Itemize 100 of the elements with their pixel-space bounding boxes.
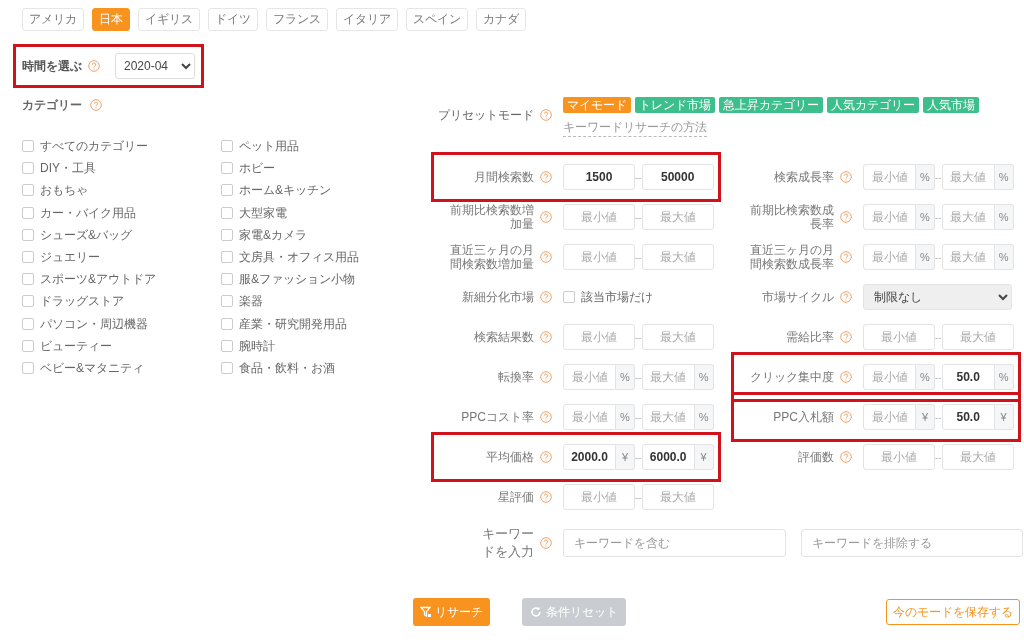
checkbox[interactable] <box>22 162 34 175</box>
country-tab[interactable]: スペイン <box>406 8 468 31</box>
preset-label: プリセットモード <box>438 107 534 124</box>
help-icon[interactable] <box>540 331 552 343</box>
checkbox[interactable] <box>22 361 34 374</box>
value-field[interactable]: 50.0 <box>941 404 995 430</box>
help-icon[interactable] <box>540 211 552 223</box>
unit-addon: % <box>916 204 935 230</box>
min-field[interactable]: 最小値 <box>863 364 916 390</box>
help-icon[interactable] <box>840 451 852 463</box>
min-field[interactable]: 最小値 <box>863 404 916 430</box>
value-field[interactable]: 2000.0 <box>563 444 616 470</box>
max-field[interactable]: 最大値 <box>941 204 995 230</box>
range-separator: -- <box>635 210 642 225</box>
checkbox[interactable] <box>221 295 233 308</box>
help-link[interactable]: キーワードリサーチの方法 <box>563 120 707 137</box>
checkbox[interactable] <box>221 140 233 153</box>
max-field[interactable]: 最大値 <box>641 244 714 270</box>
value-field[interactable]: 50000 <box>641 164 714 190</box>
value-field[interactable]: 1500 <box>563 164 635 190</box>
min-field[interactable]: 最小値 <box>563 484 635 510</box>
help-icon[interactable] <box>840 291 852 303</box>
field-label: 評価数 <box>797 450 834 464</box>
checkbox[interactable] <box>22 184 34 197</box>
help-icon[interactable] <box>540 491 552 503</box>
help-icon[interactable] <box>88 60 100 72</box>
checkbox[interactable] <box>22 251 34 264</box>
unit-addon: ¥ <box>616 444 635 470</box>
min-field[interactable]: 最小値 <box>863 324 935 350</box>
field-label: 検索結果数 <box>473 330 534 344</box>
checkbox[interactable] <box>22 228 34 241</box>
help-icon[interactable] <box>540 451 552 463</box>
country-tab[interactable]: カナダ <box>476 8 526 31</box>
max-field[interactable]: 最大値 <box>941 444 1014 470</box>
min-field[interactable]: 最小値 <box>863 164 916 190</box>
cycle-select[interactable]: 制限なし <box>863 284 1012 310</box>
help-icon[interactable] <box>840 171 852 183</box>
help-icon[interactable] <box>540 251 552 263</box>
keyword-exclude-field[interactable]: キーワードを排除する <box>801 529 1023 557</box>
min-field[interactable]: 最小値 <box>563 204 635 230</box>
help-icon[interactable] <box>840 211 852 223</box>
checkbox[interactable] <box>22 206 34 219</box>
help-icon[interactable] <box>540 411 552 423</box>
max-field[interactable]: 最大値 <box>641 484 714 510</box>
min-field[interactable]: 最小値 <box>863 204 916 230</box>
unit-addon: % <box>916 244 935 270</box>
checkbox[interactable] <box>221 317 233 330</box>
checkbox[interactable] <box>221 251 233 264</box>
checkbox[interactable] <box>22 273 34 286</box>
checkbox[interactable] <box>221 361 233 374</box>
range-separator: -- <box>935 330 942 345</box>
range-separator: -- <box>635 370 642 385</box>
help-icon[interactable] <box>540 109 552 121</box>
category-label: 食品・飲料・お酒 <box>239 359 335 377</box>
range-separator: -- <box>935 210 942 225</box>
checkbox[interactable] <box>221 339 233 352</box>
max-field[interactable]: 最大値 <box>941 164 995 190</box>
max-field[interactable]: 最大値 <box>641 324 714 350</box>
min-field[interactable]: 最小値 <box>563 364 616 390</box>
checkbox[interactable] <box>221 273 233 286</box>
checkbox[interactable] <box>221 206 233 219</box>
help-icon[interactable] <box>840 411 852 423</box>
help-icon[interactable] <box>540 291 552 303</box>
checkbox[interactable] <box>22 317 34 330</box>
checkbox[interactable] <box>563 291 575 303</box>
country-tab[interactable]: フランス <box>266 8 328 31</box>
country-tab[interactable]: イタリア <box>336 8 398 31</box>
checkbox[interactable] <box>221 184 233 197</box>
country-tab[interactable]: イギリス <box>138 8 200 31</box>
period-select[interactable]: 2020-04 <box>115 53 195 79</box>
checkbox[interactable] <box>221 228 233 241</box>
checkbox[interactable] <box>22 140 34 153</box>
help-icon[interactable] <box>540 171 552 183</box>
help-icon[interactable] <box>540 371 552 383</box>
help-icon[interactable] <box>840 371 852 383</box>
min-field[interactable]: 最小値 <box>563 404 616 430</box>
country-tab[interactable]: アメリカ <box>22 8 84 31</box>
max-field[interactable]: 最大値 <box>641 204 714 230</box>
checkbox[interactable] <box>22 295 34 308</box>
country-tab[interactable]: ドイツ <box>208 8 258 31</box>
help-icon[interactable] <box>840 331 852 343</box>
min-field[interactable]: 最小値 <box>563 244 635 270</box>
keyword-include-field[interactable]: キーワードを含む <box>563 529 786 557</box>
checkbox[interactable] <box>22 339 34 352</box>
help-icon[interactable] <box>840 251 852 263</box>
category-label: スポーツ&アウトドア <box>40 271 156 289</box>
field-label: 検索成長率 <box>773 170 834 184</box>
max-field[interactable]: 最大値 <box>641 364 695 390</box>
value-field[interactable]: 6000.0 <box>641 444 695 470</box>
min-field[interactable]: 最小値 <box>563 324 635 350</box>
max-field[interactable]: 最大値 <box>941 324 1014 350</box>
max-field[interactable]: 最大値 <box>941 244 995 270</box>
min-field[interactable]: 最小値 <box>863 244 916 270</box>
help-icon[interactable] <box>90 99 102 111</box>
checkbox[interactable] <box>221 162 233 175</box>
min-field[interactable]: 最小値 <box>863 444 935 470</box>
max-field[interactable]: 最大値 <box>641 404 695 430</box>
value-field[interactable]: 50.0 <box>941 364 995 390</box>
range-separator: -- <box>635 490 642 505</box>
help-icon[interactable] <box>540 537 552 549</box>
